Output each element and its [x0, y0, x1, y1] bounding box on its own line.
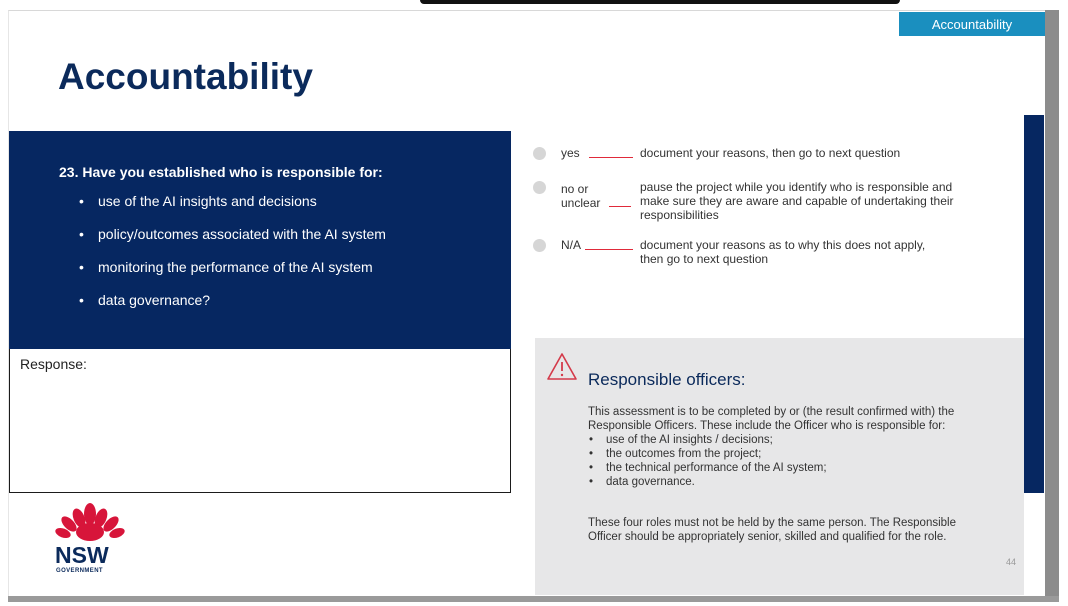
answer-line — [585, 249, 633, 250]
slide-page: Accountability Accountability 23. Have y… — [0, 0, 1068, 606]
option-label: no or unclear — [561, 182, 601, 210]
top-clip-artifact — [420, 0, 900, 4]
option-no-or-unclear[interactable]: no or unclear pause the project while yo… — [533, 180, 993, 226]
logo-subtitle: GOVERNMENT — [56, 568, 104, 574]
question-item: use of the AI insights and decisions — [74, 193, 386, 226]
radio-icon[interactable] — [533, 239, 546, 252]
option-na[interactable]: N/A document your reasons as to why this… — [533, 238, 993, 268]
warning-triangle-icon — [547, 353, 577, 380]
slide-shadow-right — [1045, 10, 1059, 600]
response-label: Response: — [20, 356, 87, 372]
question-item: data governance? — [74, 292, 386, 325]
section-tag: Accountability — [899, 12, 1045, 36]
question-item: policy/outcomes associated with the AI s… — [74, 226, 386, 259]
info-item: data governance. — [588, 475, 1008, 489]
nsw-government-logo: NSW GOVERNMENT — [55, 502, 125, 576]
question-item: monitoring the performance of the AI sys… — [74, 259, 386, 292]
navy-side-bar — [1024, 115, 1044, 493]
option-description: pause the project while you identify who… — [640, 180, 954, 222]
info-panel: Responsible officers: This assessment is… — [535, 338, 1024, 595]
waratah-flower-icon — [55, 503, 125, 541]
info-title: Responsible officers: — [588, 370, 746, 389]
question-list: use of the AI insights and decisions pol… — [74, 193, 386, 325]
page-title: Accountability — [58, 56, 313, 97]
option-yes[interactable]: yes document your reasons, then go to ne… — [533, 146, 993, 162]
slide-shadow-bottom — [8, 596, 1059, 602]
question-text: 23. Have you established who is responsi… — [59, 164, 383, 180]
option-description: document your reasons as to why this doe… — [640, 238, 926, 266]
answer-line — [609, 206, 631, 207]
response-box[interactable]: Response: — [9, 349, 511, 493]
radio-icon[interactable] — [533, 181, 546, 194]
info-body: This assessment is to be completed by or… — [588, 405, 1008, 489]
info-item: use of the AI insights / decisions; — [588, 433, 1008, 447]
info-item: the technical performance of the AI syst… — [588, 461, 1008, 475]
radio-icon[interactable] — [533, 147, 546, 160]
page-number: 44 — [1006, 557, 1017, 567]
info-item: the outcomes from the project; — [588, 447, 1008, 461]
info-list: use of the AI insights / decisions; the … — [588, 433, 1008, 489]
question-panel: 23. Have you established who is responsi… — [9, 131, 511, 349]
option-label: yes — [561, 146, 580, 160]
info-closing: These four roles must not be held by the… — [588, 517, 956, 543]
answer-line — [589, 157, 633, 158]
option-label: N/A — [561, 238, 582, 252]
logo-wordmark: NSW — [55, 542, 109, 568]
option-description: document your reasons, then go to next q… — [640, 146, 901, 160]
